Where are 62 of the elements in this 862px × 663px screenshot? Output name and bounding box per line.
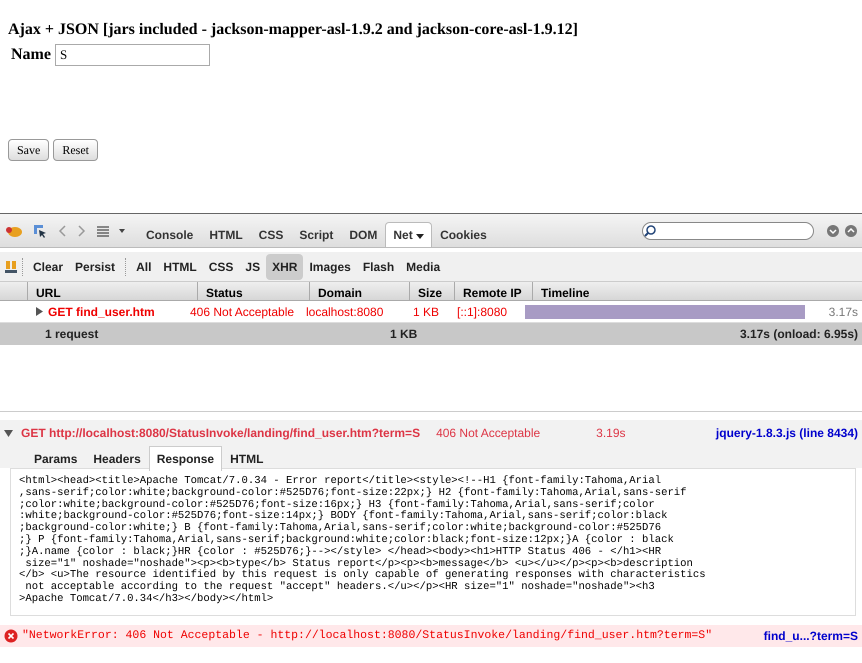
toolbar-button[interactable]: Persist	[69, 254, 122, 280]
name-input[interactable]: S	[54, 44, 210, 66]
size-cell-text: 1 KB	[412, 304, 440, 320]
filter-button[interactable]: Images	[303, 254, 357, 280]
request-count: 1 request	[45, 326, 100, 343]
panel-tab[interactable]: DOM	[341, 222, 386, 247]
request-status: 406 Not Acceptable	[436, 425, 540, 442]
panel-tab[interactable]: Console	[138, 222, 202, 247]
request-time: 3.19s	[596, 425, 626, 442]
inspect-icon[interactable]	[32, 222, 48, 238]
panel-tab[interactable]: CSS	[250, 222, 292, 247]
response-body: <html><head><title>Apache Tomcat/7.0.34 - Error report</title><style><!--H1 {font-family:Tahoma,Arial ,sans-serif;color:white;background-color:#525D76;font-size:22px;} H2 {font-family:Tahoma,Arial,sans-serif ;color:white;background-color:#525D76;font-size:16px;} H3 {font-family:Tahoma,Arial,sans-serif;color :white;background-color:#525D76;font-size:14px;} BODY {font-family:Tahoma,Arial,sans-serif;color:black ;background-color:white;} B {font-family:Tahoma,Arial,sans-serif;color:white;background-color:#525D76 ;} P {font-family:Tahoma,Arial,sans-serif;background:white;color:black;font-size:12px;}A {color : black ;}A.name {color : black;}HR {color : #525D76;}--></style> </head><body><h1>HTTP Status 406 - </h1><HR size="1" noshade="noshade"><p><b>type</b> Status report</p><p><b>message</b> <u></u></p><p><b>description </b> <u>The resource identified by this request is only capable of generating responses with characteristics not acceptable according to the request "accept" headers.</u></p><HR size="1" noshade="noshade"><h3 >Apache Tomcat/7.0.34</h3></body></html>	[10, 468, 856, 616]
filter-button[interactable]: XHR	[266, 254, 304, 280]
column-header[interactable]: Status	[198, 282, 310, 300]
menu-icon[interactable]	[96, 224, 110, 238]
panel-tab[interactable]: HTML	[201, 222, 251, 247]
timeline-time: 3.17s	[828, 304, 858, 320]
forward-icon[interactable]	[76, 222, 88, 238]
filter-button[interactable]: Flash	[356, 254, 400, 280]
error-icon	[4, 629, 18, 643]
column-header[interactable]: Timeline	[533, 282, 862, 300]
form-button[interactable]: Reset	[53, 139, 98, 162]
column-header[interactable]: URL	[28, 282, 198, 300]
column-header[interactable]: Size	[410, 282, 455, 300]
search-field[interactable]	[642, 222, 814, 240]
expand-icon[interactable]	[35, 307, 44, 316]
close-icon[interactable]	[844, 224, 858, 238]
filter-button[interactable]: CSS	[202, 254, 240, 280]
column-header[interactable]: Domain	[310, 282, 410, 300]
request-url[interactable]: GET find_user.htm	[48, 302, 188, 320]
status-cell-text: 406 Not Acceptable	[189, 304, 296, 320]
filter-button[interactable]: JS	[239, 254, 266, 280]
toolbar-button[interactable]: Clear	[27, 254, 70, 280]
source-link[interactable]: find_u...?term=S	[764, 627, 858, 645]
request-url[interactable]: GET http://localhost:8080/StatusInvoke/landing/find_user.htm?term=S	[21, 424, 420, 442]
total-size: 1 KB	[390, 326, 418, 343]
ip-cell-text: [::1]:8080	[456, 304, 508, 320]
name-label: Name	[11, 45, 51, 66]
expand-icon[interactable]	[4, 428, 13, 438]
filter-button[interactable]: Media	[400, 254, 446, 280]
response-tab[interactable]: HTML	[222, 446, 272, 471]
response-tab[interactable]: Headers	[85, 446, 149, 471]
error-message: "NetworkError: 406 Not Acceptable - http://localhost:8080/StatusInvoke/landing/find_user.htm?term=S"	[22, 628, 712, 644]
caret-icon[interactable]	[118, 226, 126, 234]
filter-button[interactable]: HTML	[157, 254, 203, 280]
response-tab[interactable]: Params	[26, 446, 86, 471]
response-tab[interactable]: Response	[148, 446, 222, 471]
xhr-icon	[4, 260, 18, 274]
page-heading: Ajax + JSON [jars included - jackson-mapper-asl-1.9.2 and jackson-core-asl-1.9.12]	[8, 20, 579, 40]
back-icon[interactable]	[56, 222, 68, 238]
caret-icon	[416, 232, 424, 240]
total-time: 3.17s (onload: 6.95s)	[740, 326, 859, 343]
domain-cell-text: localhost:8080	[306, 304, 384, 320]
minimize-icon[interactable]	[826, 224, 840, 238]
form-button[interactable]: Save	[8, 139, 50, 162]
column-header[interactable]: Remote IP	[455, 282, 533, 300]
search-icon	[643, 224, 657, 238]
filter-button[interactable]: All	[130, 254, 158, 280]
source-link[interactable]: jquery-1.8.3.js (line 8434)	[716, 424, 858, 442]
panel-tab[interactable]: Net	[385, 222, 432, 247]
panel-tab[interactable]: Script	[291, 222, 342, 247]
panel-tab[interactable]: Cookies	[432, 222, 495, 247]
